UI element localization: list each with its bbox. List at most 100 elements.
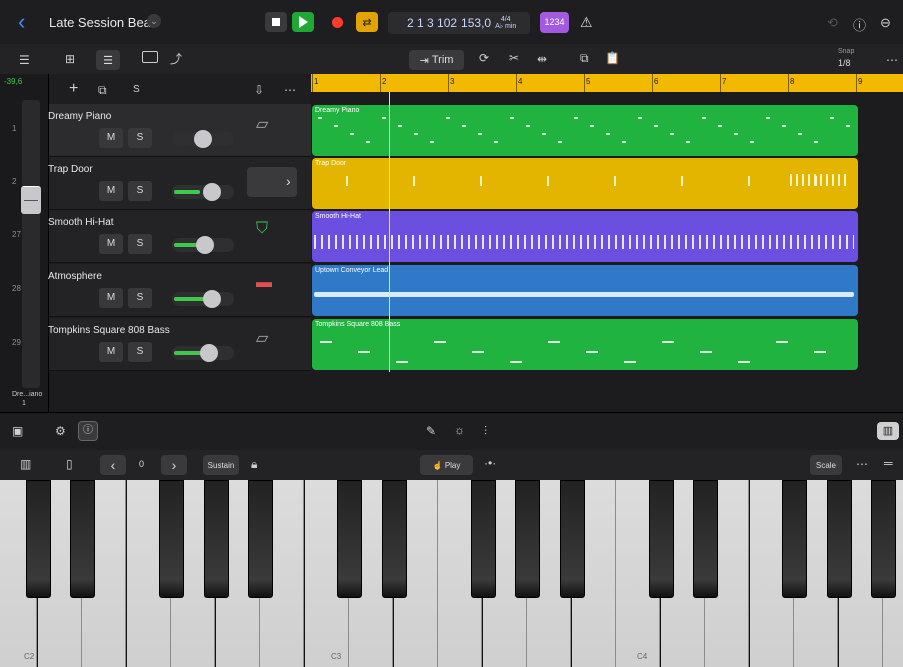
- global-solo-icon[interactable]: S: [133, 84, 140, 95]
- mute-button[interactable]: M: [99, 288, 123, 308]
- black-key[interactable]: [693, 480, 718, 598]
- black-key[interactable]: [648, 480, 674, 598]
- region[interactable]: Smooth Hi-Hat: [312, 211, 858, 262]
- volume-fader-track[interactable]: [22, 100, 40, 388]
- keyboard-more-icon[interactable]: ⋯: [856, 457, 868, 471]
- black-key[interactable]: [70, 480, 95, 598]
- black-key[interactable]: [159, 480, 184, 598]
- level-readout: -39,6: [4, 77, 23, 86]
- black-key[interactable]: [25, 480, 51, 598]
- synth-instrument-icon[interactable]: ▬: [256, 274, 272, 292]
- lock-icon[interactable]: 🔒︎: [251, 457, 257, 472]
- automation-icon[interactable]: ⤴: [170, 50, 182, 67]
- chevron-right-icon[interactable]: ›: [286, 173, 291, 189]
- solo-button[interactable]: S: [128, 288, 152, 308]
- track-number: 2: [12, 177, 17, 186]
- library-icon[interactable]: ▣: [12, 424, 23, 438]
- solo-button[interactable]: S: [128, 181, 152, 201]
- octave-down-button[interactable]: ‹: [100, 455, 126, 475]
- volume-knob[interactable]: [200, 344, 218, 362]
- download-icon[interactable]: ⇩: [254, 83, 264, 97]
- solo-button[interactable]: S: [128, 128, 152, 148]
- bar-tick: [720, 74, 721, 92]
- mute-button[interactable]: M: [99, 181, 123, 201]
- piano-instrument-icon[interactable]: ▱: [256, 114, 268, 134]
- keyboard-toggle-icon[interactable]: ▥: [877, 422, 899, 440]
- chevron-down-icon[interactable]: ⌄: [147, 14, 161, 28]
- brightness-icon[interactable]: ☼: [454, 423, 465, 437]
- black-key[interactable]: [515, 480, 540, 598]
- stop-button[interactable]: [265, 12, 287, 32]
- sustain-button[interactable]: Sustain: [203, 455, 239, 475]
- mute-button[interactable]: M: [99, 234, 123, 254]
- black-key[interactable]: [826, 480, 852, 598]
- cycle-icon: ⇄: [362, 16, 372, 29]
- join-tool-icon[interactable]: ⇹: [537, 52, 547, 66]
- record-button[interactable]: [326, 12, 348, 32]
- help-icon[interactable]: ⓘ: [853, 15, 866, 34]
- play-button[interactable]: [292, 12, 314, 32]
- eq-icon[interactable]: ⫶: [484, 424, 487, 439]
- region[interactable]: Trap Door: [312, 158, 858, 209]
- black-key[interactable]: [782, 480, 807, 598]
- volume-knob[interactable]: [196, 236, 214, 254]
- paste-icon[interactable]: 📋: [605, 51, 620, 65]
- loop-tool-icon[interactable]: ⟳: [479, 51, 489, 65]
- mute-button[interactable]: M: [99, 128, 123, 148]
- cycle-button[interactable]: ⇄: [356, 12, 378, 32]
- trim-tool[interactable]: ⇥ Trim: [409, 50, 464, 70]
- keys-instrument-icon[interactable]: ▱: [256, 328, 268, 348]
- black-key[interactable]: [559, 480, 585, 598]
- black-key[interactable]: [203, 480, 229, 598]
- volume-fader-handle[interactable]: [21, 186, 41, 214]
- back-icon[interactable]: ‹: [18, 10, 25, 34]
- keyboard-icon[interactable]: ▥: [20, 457, 31, 471]
- add-track-icon[interactable]: +: [69, 80, 78, 98]
- snap-value[interactable]: 1/8: [838, 58, 851, 68]
- more-icon[interactable]: ⊖: [880, 15, 891, 31]
- copy-icon[interactable]: ⧉: [580, 51, 589, 66]
- project-title[interactable]: Late Session Beat: [49, 15, 155, 30]
- track-view-icon[interactable]: ☰: [96, 50, 120, 70]
- octave-up-button[interactable]: ›: [161, 455, 187, 475]
- count-in-button[interactable]: 1234: [540, 12, 569, 33]
- duplicate-track-icon[interactable]: ⧉: [98, 83, 107, 98]
- lcd-display[interactable]: 2 1 3 102 153,0 4/4 A♭ min: [388, 12, 530, 34]
- volume-knob[interactable]: [194, 130, 212, 148]
- black-key[interactable]: [248, 480, 273, 598]
- region[interactable]: Uptown Conveyor Lead: [312, 265, 858, 316]
- volume-knob[interactable]: [203, 290, 221, 308]
- region[interactable]: Tompkins Square 808 Bass: [312, 319, 858, 370]
- bar-number: 7: [722, 77, 727, 86]
- solo-button[interactable]: S: [128, 342, 152, 362]
- black-key[interactable]: [470, 480, 496, 598]
- region-label: Trap Door: [315, 160, 347, 167]
- undo-icon[interactable]: ⟲: [827, 15, 838, 31]
- track-name: Smooth Hi-Hat: [48, 217, 114, 228]
- volume-knob[interactable]: [203, 183, 221, 201]
- scale-button[interactable]: Scale: [810, 455, 842, 475]
- window-icon[interactable]: [142, 51, 158, 63]
- region[interactable]: Dreamy Piano: [312, 105, 858, 156]
- controls-icon[interactable]: ⚙: [55, 424, 66, 438]
- black-key[interactable]: [337, 480, 362, 598]
- sidebar-icon[interactable]: ▯: [66, 457, 73, 471]
- track-more-icon[interactable]: ⋯: [284, 83, 296, 97]
- metronome-icon[interactable]: ⚠: [580, 14, 593, 31]
- info-icon[interactable]: ⓘ: [78, 421, 98, 441]
- mute-button[interactable]: M: [99, 342, 123, 362]
- play-mode-button[interactable]: ☝ Play: [420, 455, 473, 475]
- mixer-icon[interactable]: ☰: [19, 53, 30, 67]
- solo-button[interactable]: S: [128, 234, 152, 254]
- velocity-icon[interactable]: ·•·: [484, 456, 496, 470]
- drummer-icon[interactable]: ⛉: [256, 220, 268, 238]
- grid-view-icon[interactable]: ⊞: [65, 52, 75, 66]
- more-dots-icon[interactable]: ⋯: [886, 53, 898, 67]
- bar-number: 3: [450, 77, 455, 86]
- timeline-ruler[interactable]: [311, 74, 903, 92]
- split-tool-icon[interactable]: ✂: [509, 51, 519, 65]
- black-key[interactable]: [871, 480, 896, 598]
- pencil-icon[interactable]: ✎: [426, 424, 436, 438]
- drag-handle-icon[interactable]: ═: [884, 456, 893, 470]
- black-key[interactable]: [381, 480, 407, 598]
